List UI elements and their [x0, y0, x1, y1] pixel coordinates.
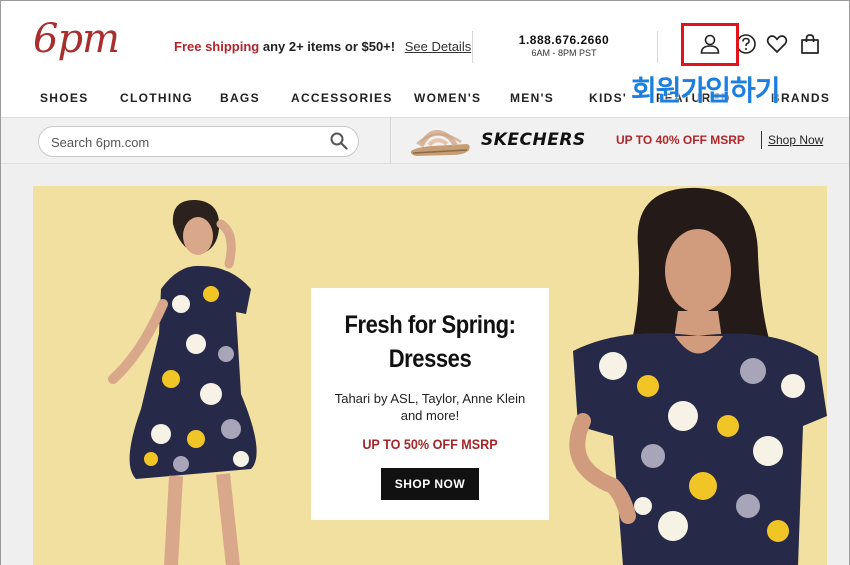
model-photo-right	[569, 187, 827, 565]
signup-annotation: 회원가입하기	[631, 74, 781, 107]
hero-area: Fresh for Spring: Dresses Tahari by ASL,…	[1, 164, 849, 565]
nav-item-womens[interactable]: WOMEN'S	[414, 91, 481, 105]
nav-item-bags[interactable]: BAGS	[220, 91, 260, 105]
account-highlight-box	[681, 23, 739, 66]
nav-item-accessories[interactable]: ACCESSORIES	[291, 91, 393, 105]
hero-subtitle: Tahari by ASL, Taylor, Anne Klein and mo…	[334, 391, 526, 423]
search-bar-row: SKECHERS UP TO 40% OFF MSRP Shop Now	[1, 117, 849, 164]
site-logo[interactable]: 6pm	[33, 15, 120, 63]
shop-now-link[interactable]: Shop Now	[768, 133, 823, 147]
nav-item-kids[interactable]: KIDS'	[589, 91, 627, 105]
promo-text: any 2+ items or $50+!	[262, 39, 396, 54]
promo-highlight: Free shipping	[174, 39, 260, 54]
see-details-link[interactable]: See Details	[405, 39, 471, 54]
phone-hours: 6AM - 8PM PST	[531, 48, 597, 58]
free-shipping-promo: Free shipping any 2+ items or $50+! See …	[174, 39, 471, 54]
nav-item-clothing[interactable]: CLOTHING	[120, 91, 193, 105]
search-box	[38, 126, 359, 157]
shopping-bag-icon[interactable]	[797, 31, 823, 57]
skechers-promo-banner[interactable]: SKECHERS UP TO 40% OFF MSRP Shop Now	[391, 118, 849, 163]
nav-item-mens[interactable]: MEN'S	[510, 91, 554, 105]
model-photo-left	[108, 199, 257, 565]
hero-deal: UP TO 50% OFF MSRP	[362, 436, 498, 452]
search-icon[interactable]	[330, 132, 348, 150]
phone-number[interactable]: 1.888.676.2660	[509, 33, 619, 47]
nav-item-shoes[interactable]: SHOES	[40, 91, 89, 105]
brand-deal: UP TO 40% OFF MSRP	[616, 133, 745, 147]
brand-separator	[761, 131, 762, 149]
header-divider	[657, 31, 658, 63]
search-input[interactable]	[51, 132, 321, 152]
brand-name: SKECHERS	[481, 130, 586, 150]
hero-title-line2: Dresses	[388, 345, 472, 373]
shop-now-button[interactable]: SHOP NOW	[380, 468, 480, 500]
sandal-image	[407, 124, 473, 158]
header-divider	[472, 31, 473, 63]
hero-banner[interactable]: Fresh for Spring: Dresses Tahari by ASL,…	[33, 186, 827, 565]
heart-icon[interactable]	[764, 31, 790, 57]
site-header: 6pm Free shipping any 2+ items or $50+! …	[1, 1, 849, 79]
hero-title-line1: Fresh for Spring:	[344, 311, 516, 339]
customer-service-phone: 1.888.676.2660 6AM - 8PM PST	[509, 33, 619, 58]
promo-card: Fresh for Spring: Dresses Tahari by ASL,…	[311, 288, 549, 520]
